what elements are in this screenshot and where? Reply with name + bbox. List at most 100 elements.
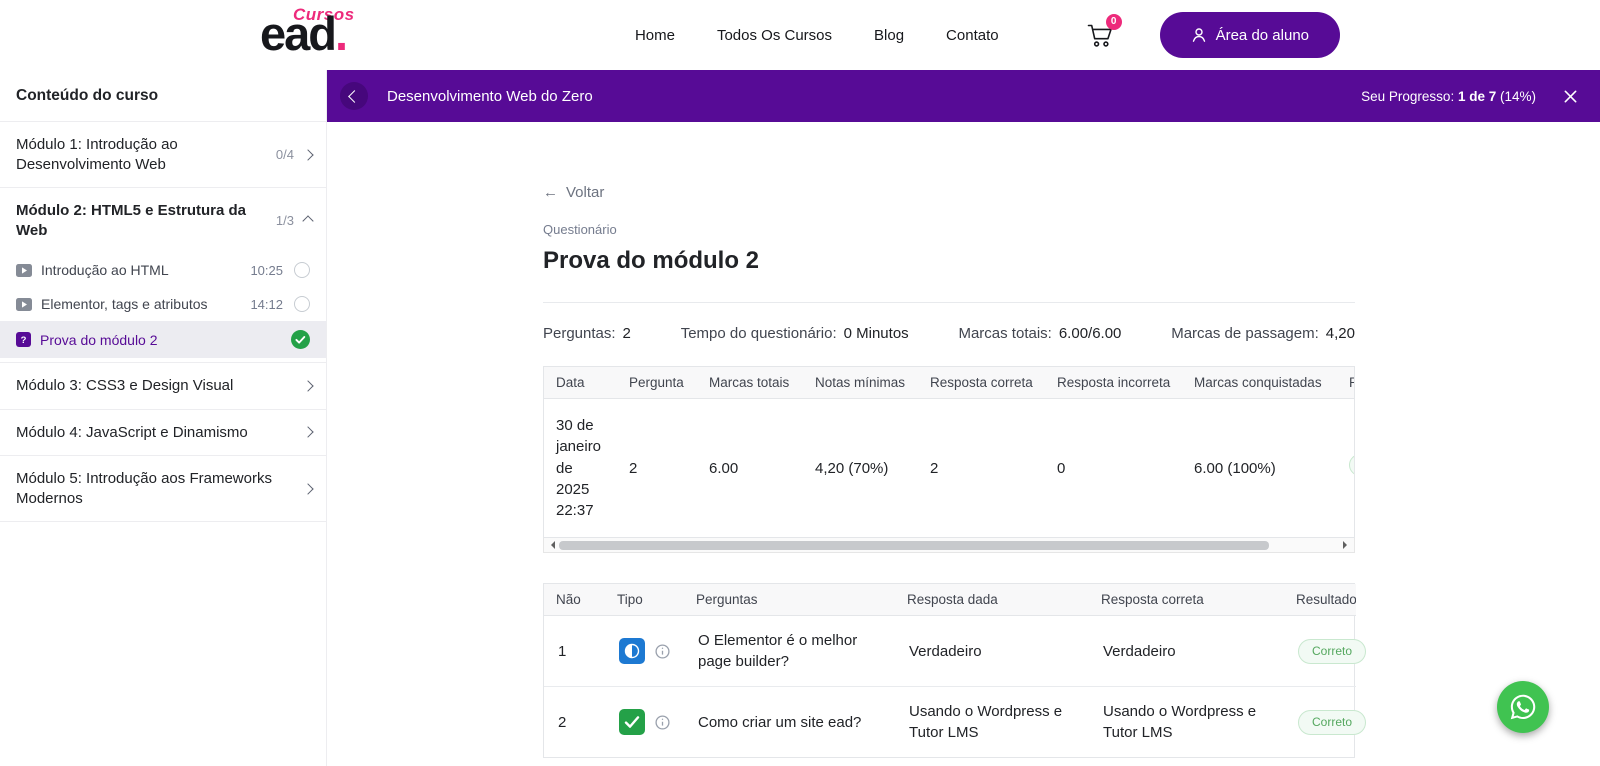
- close-button[interactable]: [1563, 89, 1578, 104]
- attempt-total-marks: 6.00: [697, 399, 803, 538]
- lesson-status-circle: [294, 296, 310, 312]
- close-icon: [1563, 89, 1578, 104]
- content-kicker: Questionário: [543, 222, 1355, 237]
- whatsapp-button[interactable]: [1497, 681, 1549, 733]
- question-type: [605, 687, 684, 758]
- lesson-item-prova-modulo-2[interactable]: ? Prova do módulo 2: [0, 321, 326, 358]
- chevron-left-icon: [348, 90, 361, 103]
- cart-button[interactable]: 0: [1087, 23, 1114, 48]
- site-header: Cursos ead. Home Todos Os Cursos Blog Co…: [0, 0, 1600, 70]
- questions-table: Não Tipo Perguntas Resposta dada Respost…: [544, 584, 1356, 757]
- main-nav: Home Todos Os Cursos Blog Contato: [635, 27, 999, 44]
- attempts-table: Data Pergunta Marcas totais Notas mínima…: [544, 367, 1355, 537]
- question-type: [605, 616, 684, 687]
- info-icon[interactable]: [655, 715, 670, 730]
- attempt-earned: 6.00 (100%): [1182, 399, 1337, 538]
- logo-ead-text: ead.: [260, 10, 346, 57]
- col-resposta-dada: Resposta dada: [895, 584, 1089, 616]
- col-data: Data: [544, 367, 617, 399]
- attempt-result-badge: [1349, 454, 1355, 476]
- quiz-icon: ?: [16, 332, 31, 347]
- module-label: Módulo 4: JavaScript e Dinamismo: [16, 423, 294, 443]
- lesson-status-circle: [294, 262, 310, 278]
- scroll-right-arrow[interactable]: [1343, 541, 1351, 549]
- col-marcas-totais: Marcas totais: [697, 367, 803, 399]
- lesson-item-introducao-html[interactable]: Introdução ao HTML 10:25: [0, 253, 326, 287]
- user-icon: [1191, 27, 1207, 43]
- course-content-sidebar: Conteúdo do curso Módulo 1: Introdução a…: [0, 70, 327, 766]
- lesson-label: Elementor, tags e atributos: [41, 296, 241, 312]
- col-pergunta: Pergunta: [617, 367, 697, 399]
- quiz-stats: Perguntas:2 Tempo do questionário:0 Minu…: [543, 302, 1355, 342]
- lesson-duration: 14:12: [250, 297, 283, 312]
- course-title: Desenvolvimento Web do Zero: [387, 88, 593, 105]
- col-notas-minimas: Notas mínimas: [803, 367, 918, 399]
- horizontal-scrollbar[interactable]: [543, 538, 1355, 553]
- col-resultado: Resultado: [1284, 584, 1356, 616]
- lesson-item-elementor-tags[interactable]: Elementor, tags e atributos 14:12: [0, 287, 326, 321]
- header-container: Cursos ead. Home Todos Os Cursos Blog Co…: [260, 0, 1340, 70]
- chevron-right-icon: [302, 380, 313, 391]
- sidebar-module-5[interactable]: Módulo 5: Introdução aos Frameworks Mode…: [0, 456, 326, 522]
- attempt-questions: 2: [617, 399, 697, 538]
- sidebar-module-4[interactable]: Módulo 4: JavaScript e Dinamismo: [0, 410, 326, 457]
- col-marcas-conquistadas: Marcas conquistadas: [1182, 367, 1337, 399]
- result-badge: Correto: [1298, 710, 1366, 735]
- back-button[interactable]: [340, 82, 368, 110]
- voltar-link[interactable]: ← Voltar: [543, 184, 604, 201]
- video-icon: [16, 264, 32, 277]
- result-badge: Correto: [1298, 639, 1366, 664]
- back-arrow-icon: ←: [543, 184, 558, 201]
- chevron-right-icon: [302, 483, 313, 494]
- col-resultado: Resultado: [1337, 367, 1355, 399]
- progress-indicator: Seu Progresso: 1 de 7 (14%): [1361, 89, 1536, 104]
- stat-tempo: Tempo do questionário:0 Minutos: [681, 325, 909, 342]
- student-area-label: Área do aluno: [1216, 27, 1309, 44]
- voltar-label: Voltar: [566, 184, 604, 201]
- attempt-date: 30 de janeiro de 2025 22:37: [544, 399, 617, 538]
- video-icon: [16, 298, 32, 311]
- question-result: Correto: [1284, 687, 1356, 758]
- whatsapp-icon: [1509, 693, 1537, 721]
- nav-blog[interactable]: Blog: [874, 27, 904, 44]
- correct-answer: Usando o Wordpress e Tutor LMS: [1089, 687, 1284, 758]
- info-icon[interactable]: [655, 644, 670, 659]
- cart-badge: 0: [1106, 14, 1122, 30]
- attempts-table-viewport: Data Pergunta Marcas totais Notas mínima…: [543, 366, 1355, 538]
- stat-perguntas: Perguntas:2: [543, 325, 631, 342]
- col-tipo: Tipo: [605, 584, 684, 616]
- stat-marcas-totais: Marcas totais:6.00/6.00: [958, 325, 1121, 342]
- question-text: Como criar um site ead?: [684, 687, 895, 758]
- nav-home[interactable]: Home: [635, 27, 675, 44]
- given-answer: Usando o Wordpress e Tutor LMS: [895, 687, 1089, 758]
- multiple-choice-icon: [619, 709, 645, 735]
- attempt-min-marks: 4,20 (70%): [803, 399, 918, 538]
- scrollbar-track[interactable]: [559, 541, 1339, 550]
- nav-todos-os-cursos[interactable]: Todos Os Cursos: [717, 27, 832, 44]
- question-text: O Elementor é o melhor page builder?: [684, 616, 895, 687]
- sidebar-module-2[interactable]: Módulo 2: HTML5 e Estrutura da Web 1/3: [0, 188, 326, 253]
- correct-answer: Verdadeiro: [1089, 616, 1284, 687]
- nav-contato[interactable]: Contato: [946, 27, 999, 44]
- stat-marcas-passagem: Marcas de passagem:4,20: [1171, 325, 1355, 342]
- module-label: Módulo 5: Introdução aos Frameworks Mode…: [16, 469, 294, 508]
- col-resposta-incorreta: Resposta incorreta: [1045, 367, 1182, 399]
- main-panel: ← Voltar Questionário Prova do módulo 2 …: [328, 122, 1600, 766]
- attempt-row: 30 de janeiro de 2025 22:37 2 6.00 4,20 …: [544, 399, 1355, 538]
- question-number: 2: [544, 687, 605, 758]
- question-result: Correto: [1284, 616, 1356, 687]
- sidebar-module-3[interactable]: Módulo 3: CSS3 e Design Visual: [0, 363, 326, 410]
- module-label: Módulo 1: Introdução ao Desenvolvimento …: [16, 135, 266, 174]
- student-area-button[interactable]: Área do aluno: [1160, 12, 1340, 58]
- site-logo[interactable]: Cursos ead.: [260, 0, 385, 70]
- scrollbar-thumb[interactable]: [559, 541, 1269, 550]
- scroll-left-arrow[interactable]: [547, 541, 555, 549]
- page-title: Prova do módulo 2: [543, 247, 1355, 275]
- course-topbar: Desenvolvimento Web do Zero Seu Progress…: [327, 70, 1600, 122]
- chevron-right-icon: [302, 149, 313, 160]
- question-number: 1: [544, 616, 605, 687]
- module-count: 0/4: [276, 147, 294, 162]
- question-row-1: 1 O Elementor é o melhor p: [544, 616, 1356, 687]
- question-row-2: 2 Como criar um site ead?: [544, 687, 1356, 758]
- sidebar-module-1[interactable]: Módulo 1: Introdução ao Desenvolvimento …: [0, 122, 326, 188]
